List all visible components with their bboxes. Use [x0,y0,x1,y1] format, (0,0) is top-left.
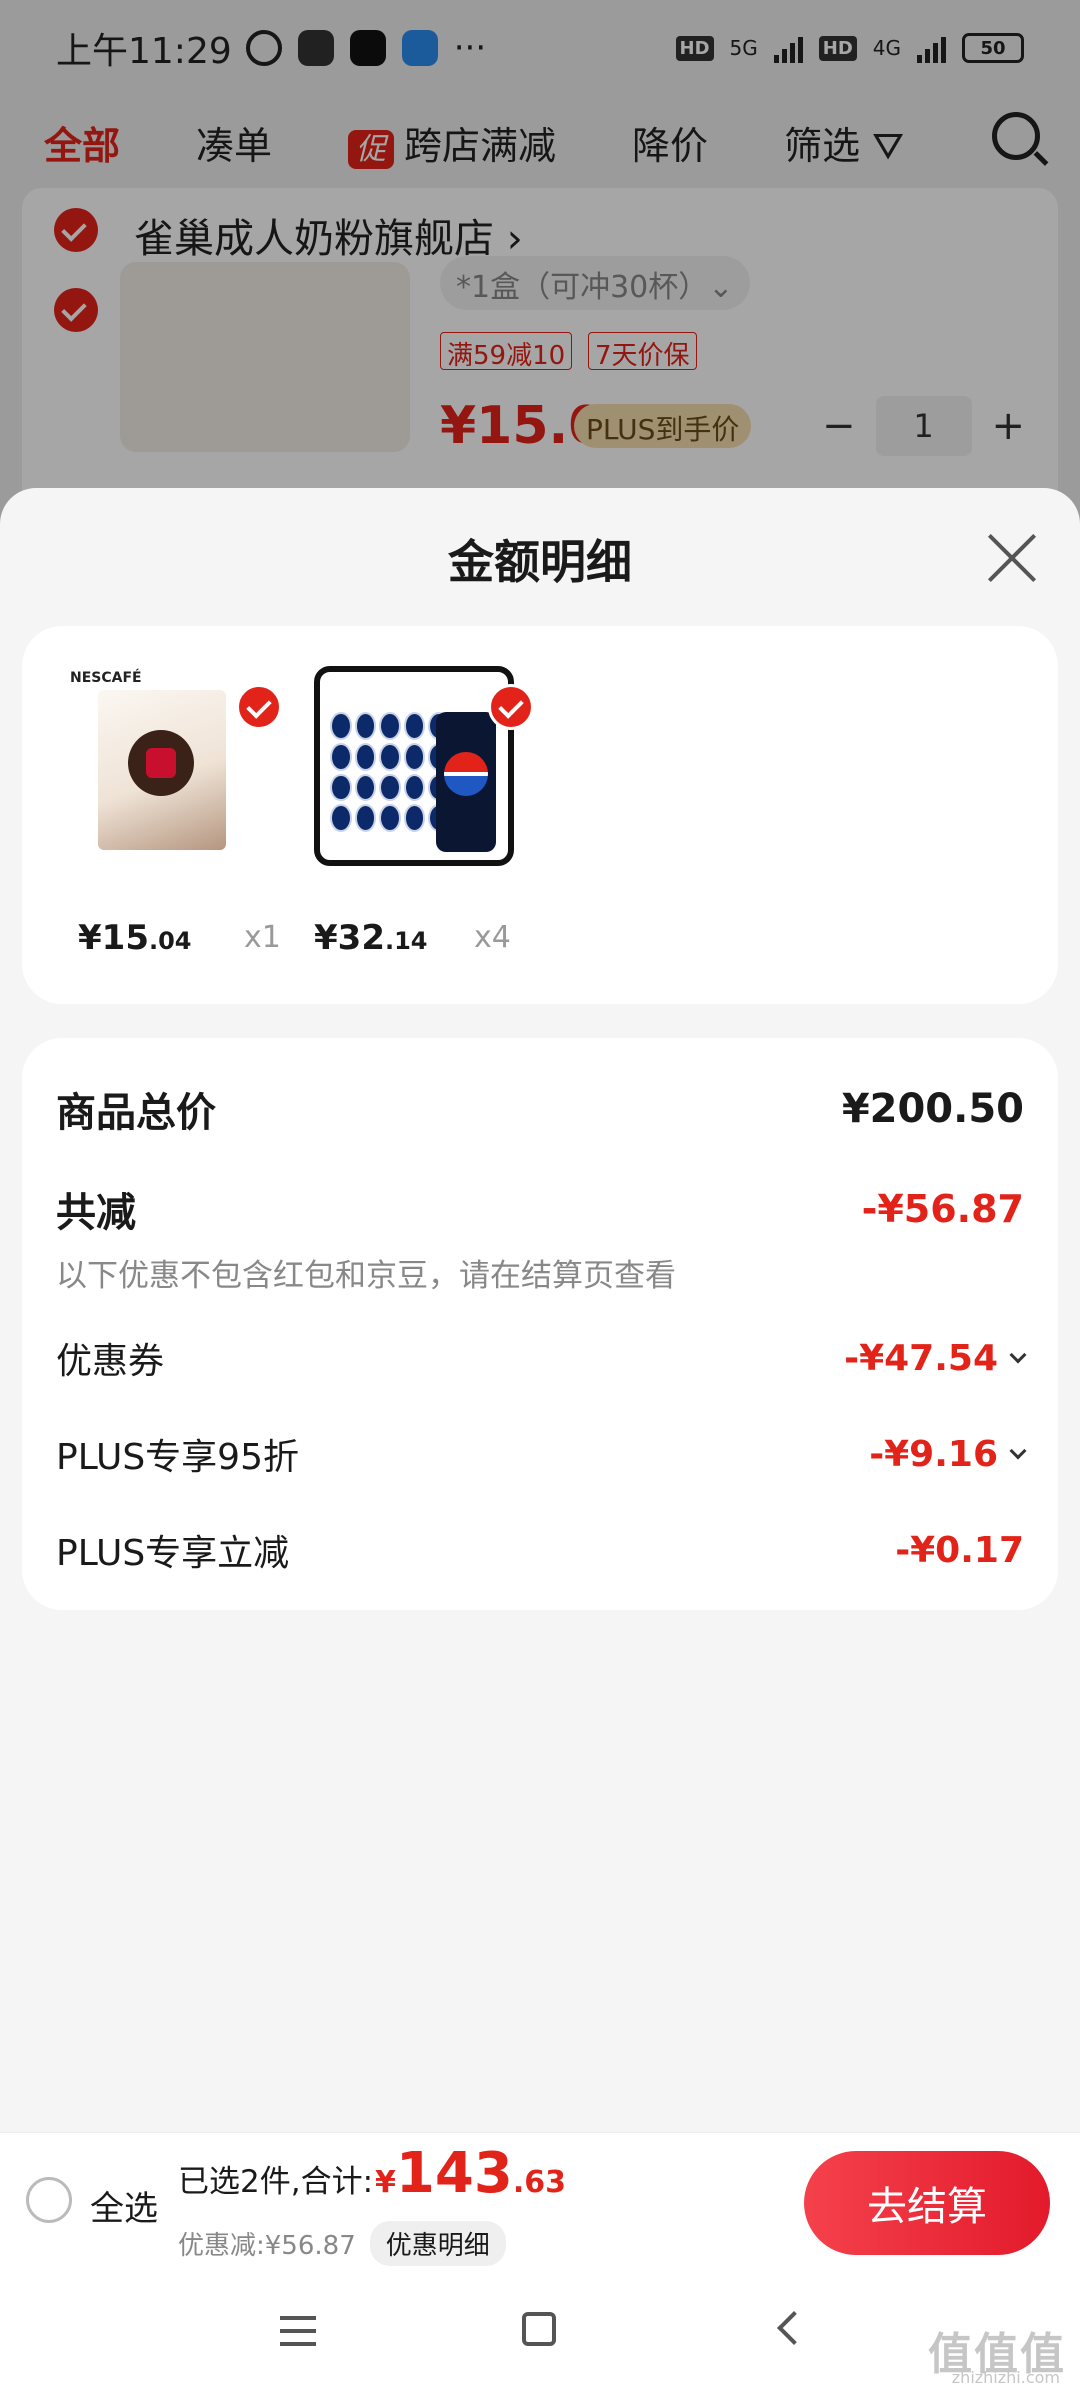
home-icon[interactable] [522,2312,556,2346]
plus-discount-row[interactable]: PLUS专享95折 -¥9.16 [56,1428,1027,1480]
select-all-label[interactable]: 全选 [90,2181,158,2230]
discount-summary: 优惠减:¥56.87 优惠明细 [178,2221,506,2266]
checkout-button[interactable]: 去结算 [804,2151,1050,2255]
product-thumbnail-nescafe[interactable]: NESCAFÉ [62,666,262,866]
coupon-value-wrap: -¥47.54 [844,1337,1027,1379]
product-price-dec: .14 [384,927,428,955]
amount-detail-sheet: 金额明细 NESCAFÉ ¥15.04 x1 ¥32.14 x4 商品总价 ¥2… [0,488,1080,2132]
coupon-row[interactable]: 优惠券 -¥47.54 [56,1332,1027,1384]
coupon-value: -¥47.54 [844,1337,998,1379]
plus-reduce-value: -¥0.17 [895,1529,1024,1571]
product-item[interactable]: NESCAFÉ [62,666,282,896]
coupon-label: 优惠券 [56,1341,165,1382]
plus-discount-value: -¥9.16 [869,1433,998,1475]
product-qty: x4 [474,920,511,955]
watermark-url: zhizhizhi.com [951,2368,1060,2387]
total-reduce-value: -¥56.87 [861,1187,1024,1231]
plus-discount-value-wrap: -¥9.16 [869,1433,1027,1475]
menu-icon[interactable] [280,2316,316,2346]
can-pack-image [330,712,450,832]
discount-text: 优惠减:¥56.87 [178,2231,356,2261]
price-detail-card: 商品总价 ¥200.50 共减 -¥56.87 以下优惠不包含红包和京豆，请在结… [22,1038,1058,1610]
product-price: ¥32.14 [314,918,428,958]
product-price-int: ¥32 [314,918,385,958]
product-check-icon[interactable] [488,684,534,730]
sheet-title: 金额明细 [448,535,632,589]
select-all-radio[interactable] [26,2177,72,2223]
pepsi-can-image [436,712,496,852]
total-reduce-row: 共减 -¥56.87 [56,1180,1024,1238]
discount-detail-button[interactable]: 优惠明细 [369,2221,506,2266]
checkout-bar: 全选 已选2件,合计: ¥ 143 .63 优惠减:¥56.87 优惠明细 去结… [0,2132,1080,2268]
total-price-value: ¥200.50 [841,1086,1024,1132]
plus-reduce-row: PLUS专享立减 -¥0.17 [56,1524,1024,1576]
close-icon[interactable] [986,532,1038,584]
product-logo-text: NESCAFÉ [70,670,142,686]
product-thumbnail-pepsi[interactable] [314,666,514,866]
plus-reduce-label: PLUS专享立减 [56,1533,290,1574]
total-reduce-label: 共减 [56,1190,136,1236]
total-price-label: 商品总价 [56,1090,216,1136]
system-nav-bar [0,2268,1080,2400]
plus-discount-label: PLUS专享95折 [56,1437,299,1478]
total-price-row: 商品总价 ¥200.50 [56,1080,1024,1138]
back-icon[interactable] [777,2311,811,2345]
product-price-int: ¥15 [78,918,149,958]
discount-note: 以下优惠不包含红包和京豆，请在结算页查看 [56,1258,676,1294]
product-check-icon[interactable] [236,684,282,730]
product-item[interactable] [314,666,534,896]
product-price-dec: .04 [148,927,192,955]
selected-products-card: NESCAFÉ ¥15.04 x1 ¥32.14 x4 [22,626,1058,1004]
modal-overlay[interactable] [0,0,1080,560]
product-price: ¥15.04 [78,918,192,958]
order-summary: 已选2件,合计: ¥ 143 .63 [178,2141,566,2206]
product-qty: x1 [244,920,281,955]
summary-total-dec: .63 [512,2165,566,2200]
chevron-down-icon [1009,1442,1027,1460]
coffee-box-image [98,690,226,850]
summary-total-int: 143 [395,2141,513,2206]
summary-currency: ¥ [375,2165,396,2200]
chevron-down-icon [1009,1346,1027,1364]
summary-text: 已选2件,合计: [178,2164,374,2200]
